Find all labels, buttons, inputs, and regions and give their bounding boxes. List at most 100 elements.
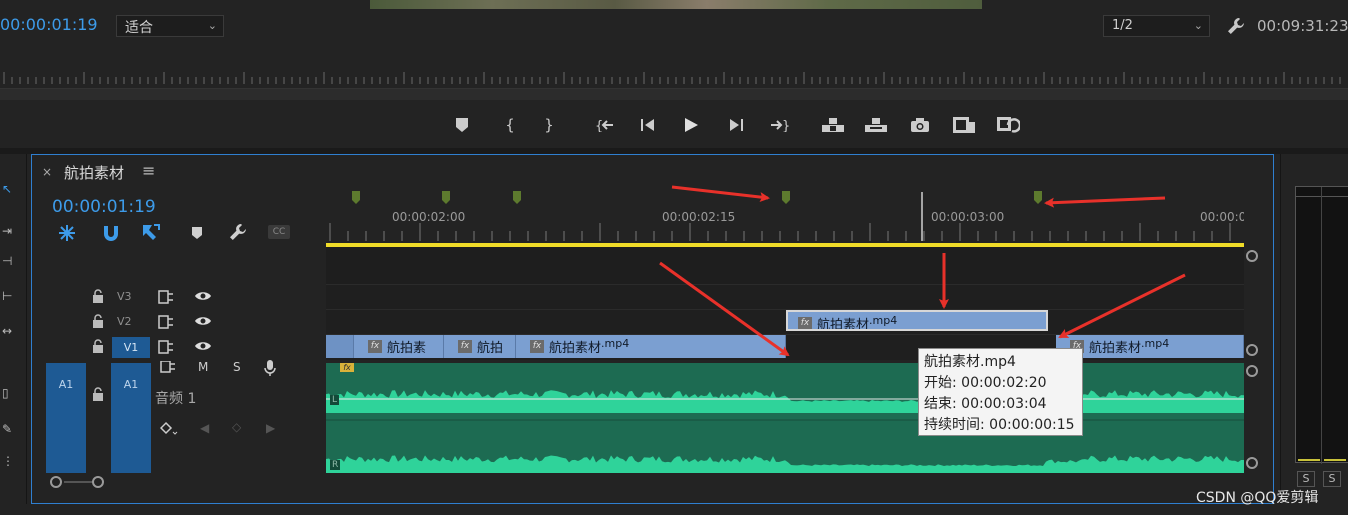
meter-level-right bbox=[1324, 459, 1346, 461]
zoom-handle-left[interactable] bbox=[50, 476, 62, 488]
mark-in-icon[interactable]: { bbox=[497, 114, 523, 136]
sync-lock-icon[interactable] bbox=[160, 361, 176, 373]
add-marker-icon[interactable] bbox=[449, 114, 475, 136]
track-lane-v1[interactable]: fx 航拍素 fx 航拍 fx 航拍素材.mp4 fx 航拍素材.mp4 bbox=[326, 335, 1244, 360]
captions-icon[interactable]: CC bbox=[268, 225, 290, 239]
slip-tool-icon[interactable]: ↔ bbox=[2, 324, 22, 342]
zoom-level-select[interactable]: 适合 ⌄ bbox=[116, 15, 224, 37]
track-label: V3 bbox=[117, 290, 132, 303]
keyframe-toggle-icon[interactable] bbox=[160, 421, 178, 437]
video-scroll-handle-top[interactable] bbox=[1246, 250, 1258, 262]
timeline-playhead-timecode[interactable]: 00:00:01:19 bbox=[52, 197, 156, 217]
timeline-marker[interactable] bbox=[352, 191, 360, 204]
program-time-ruler[interactable] bbox=[0, 66, 1348, 88]
track-header-a1: A1 A1 M S 音频 1 ◀ ◇ ▶ bbox=[32, 360, 326, 473]
solo-button[interactable]: S bbox=[233, 360, 241, 374]
video-clip[interactable] bbox=[326, 335, 354, 358]
track-lane-v3[interactable] bbox=[326, 285, 1244, 310]
clip-name: 航拍素材 bbox=[549, 341, 602, 356]
lock-open-icon[interactable] bbox=[92, 387, 104, 401]
track-header-v1: V1 bbox=[32, 335, 326, 360]
lock-open-icon[interactable] bbox=[92, 314, 104, 328]
sequence-tab-title[interactable]: 航拍素材 bbox=[64, 162, 124, 183]
go-to-out-icon[interactable]: } bbox=[766, 114, 792, 136]
channel-label-left: L bbox=[330, 395, 340, 405]
close-icon[interactable]: × bbox=[42, 165, 52, 179]
overwrite-icon[interactable] bbox=[995, 114, 1021, 136]
snap-magnet-icon[interactable] bbox=[100, 222, 122, 244]
audio-scroll-handle-top[interactable] bbox=[1246, 365, 1258, 377]
mark-out-icon[interactable]: } bbox=[536, 114, 562, 136]
fx-badge: fx bbox=[530, 340, 544, 353]
eye-icon[interactable] bbox=[194, 340, 212, 352]
track-lane-a1[interactable]: fx L R bbox=[326, 363, 1244, 473]
sync-lock-icon[interactable] bbox=[158, 290, 174, 304]
eye-icon[interactable] bbox=[194, 315, 212, 327]
video-scroll-handle-bottom[interactable] bbox=[1246, 344, 1258, 356]
dragged-clip-ghost[interactable]: fx 航拍素材.mp4 bbox=[786, 310, 1048, 331]
audio-track-name[interactable]: 音频 1 bbox=[155, 388, 196, 408]
microphone-icon[interactable] bbox=[264, 360, 276, 376]
track-target-a1[interactable]: A1 bbox=[111, 363, 151, 473]
audio-scroll-handle-bottom[interactable] bbox=[1246, 457, 1258, 469]
wrench-icon[interactable] bbox=[1226, 16, 1246, 36]
add-marker-icon[interactable] bbox=[186, 222, 208, 244]
timeline-marker[interactable] bbox=[782, 191, 790, 204]
pen-tool-icon[interactable]: ▯ bbox=[2, 386, 22, 404]
lift-icon[interactable] bbox=[820, 114, 846, 136]
program-zoom-scrollbar[interactable] bbox=[0, 88, 1348, 100]
timeline-zoom-scrollbar[interactable] bbox=[46, 475, 322, 489]
ripple-edit-tool-icon[interactable]: ⊣ bbox=[2, 254, 22, 272]
type-tool-icon[interactable]: ⋮ bbox=[2, 454, 22, 472]
sync-lock-icon[interactable] bbox=[158, 340, 174, 354]
video-clip[interactable]: fx 航拍素材.mp4 bbox=[1056, 335, 1244, 358]
timeline-marker[interactable] bbox=[442, 191, 450, 204]
play-icon[interactable] bbox=[678, 114, 704, 136]
eye-icon[interactable] bbox=[194, 290, 212, 302]
go-to-in-icon[interactable]: { bbox=[592, 114, 618, 136]
track-target-v1[interactable]: V1 bbox=[112, 337, 150, 358]
clip-extension: .mp4 bbox=[601, 337, 630, 350]
tracks-area[interactable]: fx 航拍素 fx 航拍 fx 航拍素材.mp4 fx 航拍素材.mp4 fx 航拍素材.… bbox=[326, 247, 1244, 479]
lock-open-icon[interactable] bbox=[92, 289, 104, 303]
razor-tool-icon[interactable]: ⊢ bbox=[2, 289, 22, 307]
hand-tool-icon[interactable]: ✎ bbox=[2, 422, 22, 440]
tooltip-duration: 持续时间: 00:00:00:15 bbox=[924, 417, 1075, 433]
track-select-tool-icon[interactable]: ⇥ bbox=[2, 224, 22, 242]
lock-open-icon[interactable] bbox=[92, 339, 104, 353]
ruler-label: 00:00:03:00 bbox=[931, 210, 1005, 224]
extract-icon[interactable] bbox=[863, 114, 889, 136]
insert-icon[interactable] bbox=[951, 114, 977, 136]
previous-keyframe-icon[interactable]: ◀ bbox=[200, 421, 209, 435]
add-keyframe-icon[interactable]: ◇ bbox=[232, 420, 241, 434]
zoom-handle-right[interactable] bbox=[92, 476, 104, 488]
zoom-scroll-thumb[interactable] bbox=[64, 481, 94, 483]
export-frame-icon[interactable] bbox=[907, 114, 933, 136]
track-lane-v2[interactable] bbox=[326, 310, 1244, 335]
video-clip[interactable]: fx 航拍 bbox=[444, 335, 516, 358]
empty-track-space[interactable] bbox=[326, 247, 1244, 285]
program-playhead-timecode[interactable]: 00:00:01:19 bbox=[0, 15, 98, 34]
channel-divider bbox=[326, 419, 1244, 421]
source-patch-a1[interactable]: A1 bbox=[46, 363, 86, 473]
video-clip[interactable]: fx 航拍素 bbox=[354, 335, 444, 358]
selection-tool-icon[interactable]: ↖ bbox=[2, 182, 22, 200]
timeline-marker[interactable] bbox=[513, 191, 521, 204]
wrench-icon[interactable] bbox=[227, 222, 249, 244]
clip-name: 航拍素材 bbox=[817, 318, 870, 331]
solo-left-button[interactable]: S bbox=[1297, 471, 1315, 487]
timeline-marker[interactable] bbox=[1034, 191, 1042, 204]
audio-clip[interactable]: fx L R bbox=[326, 363, 1244, 473]
nest-toggle-icon[interactable] bbox=[56, 222, 78, 244]
fx-badge: fx bbox=[798, 317, 812, 329]
linked-selection-icon[interactable] bbox=[140, 222, 162, 244]
panel-menu-icon[interactable]: ≡ bbox=[142, 161, 155, 180]
step-back-icon[interactable] bbox=[635, 114, 661, 136]
playback-resolution-select[interactable]: 1/2 ⌄ bbox=[1103, 15, 1210, 37]
sync-lock-icon[interactable] bbox=[158, 315, 174, 329]
next-keyframe-icon[interactable]: ▶ bbox=[266, 421, 275, 435]
video-clip[interactable]: fx 航拍素材.mp4 bbox=[516, 335, 786, 358]
solo-right-button[interactable]: S bbox=[1323, 471, 1341, 487]
mute-button[interactable]: M bbox=[198, 360, 208, 374]
step-forward-icon[interactable] bbox=[723, 114, 749, 136]
